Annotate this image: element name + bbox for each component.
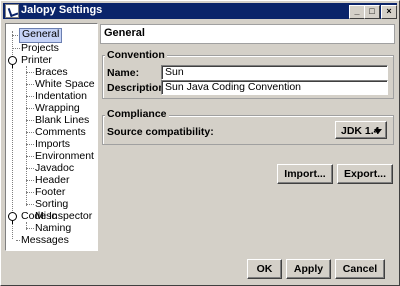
tree-line (16, 240, 20, 241)
panel-header: General (100, 24, 395, 44)
tree-line (26, 120, 34, 121)
window-title: Jalopy Settings (21, 4, 103, 16)
tree-line (26, 204, 34, 205)
tree-line (26, 156, 34, 157)
tree-line (26, 72, 34, 73)
title-bar[interactable]: Jalopy Settings _ □ × (3, 3, 397, 19)
tree-line (26, 96, 34, 97)
panel-title: General (104, 27, 145, 39)
tree-line (26, 132, 34, 133)
chevron-down-icon (374, 129, 382, 134)
compliance-group-label: Compliance (105, 108, 169, 120)
ok-button[interactable]: OK (247, 259, 282, 279)
close-button[interactable]: × (381, 5, 397, 19)
tree-line (26, 180, 34, 181)
tree-line (26, 168, 34, 169)
tree-line (12, 48, 20, 49)
source-compatibility-select[interactable]: JDK 1.4 (335, 121, 387, 139)
app-icon (5, 4, 19, 18)
settings-tree[interactable]: General Projects Printer Braces White Sp… (5, 23, 98, 251)
tree-line (26, 66, 27, 206)
tree-line (26, 108, 34, 109)
cancel-button[interactable]: Cancel (335, 259, 385, 279)
tree-item-messages[interactable]: Messages (21, 234, 69, 247)
tree-item-general[interactable]: General (19, 28, 63, 43)
apply-button[interactable]: Apply (286, 259, 331, 279)
description-label: Description: (107, 82, 169, 94)
code-inspector-expand-toggle[interactable] (8, 212, 17, 224)
minimize-button[interactable]: _ (349, 5, 365, 19)
settings-window: Jalopy Settings _ □ × General Projects P… (0, 0, 400, 286)
convention-group-label: Convention (105, 49, 167, 61)
import-button[interactable]: Import... (277, 164, 333, 184)
printer-expand-toggle[interactable] (8, 56, 17, 68)
tree-line (26, 192, 34, 193)
tree-line (26, 228, 34, 229)
name-label: Name: (107, 67, 140, 79)
maximize-button[interactable]: □ (364, 5, 380, 19)
export-button[interactable]: Export... (337, 164, 393, 184)
source-compatibility-label: Source compatibility: (107, 126, 214, 138)
name-field[interactable]: Sun (161, 65, 388, 80)
tree-line (26, 84, 34, 85)
tree-line (26, 144, 34, 145)
description-field[interactable]: Sun Java Coding Convention (161, 80, 388, 95)
